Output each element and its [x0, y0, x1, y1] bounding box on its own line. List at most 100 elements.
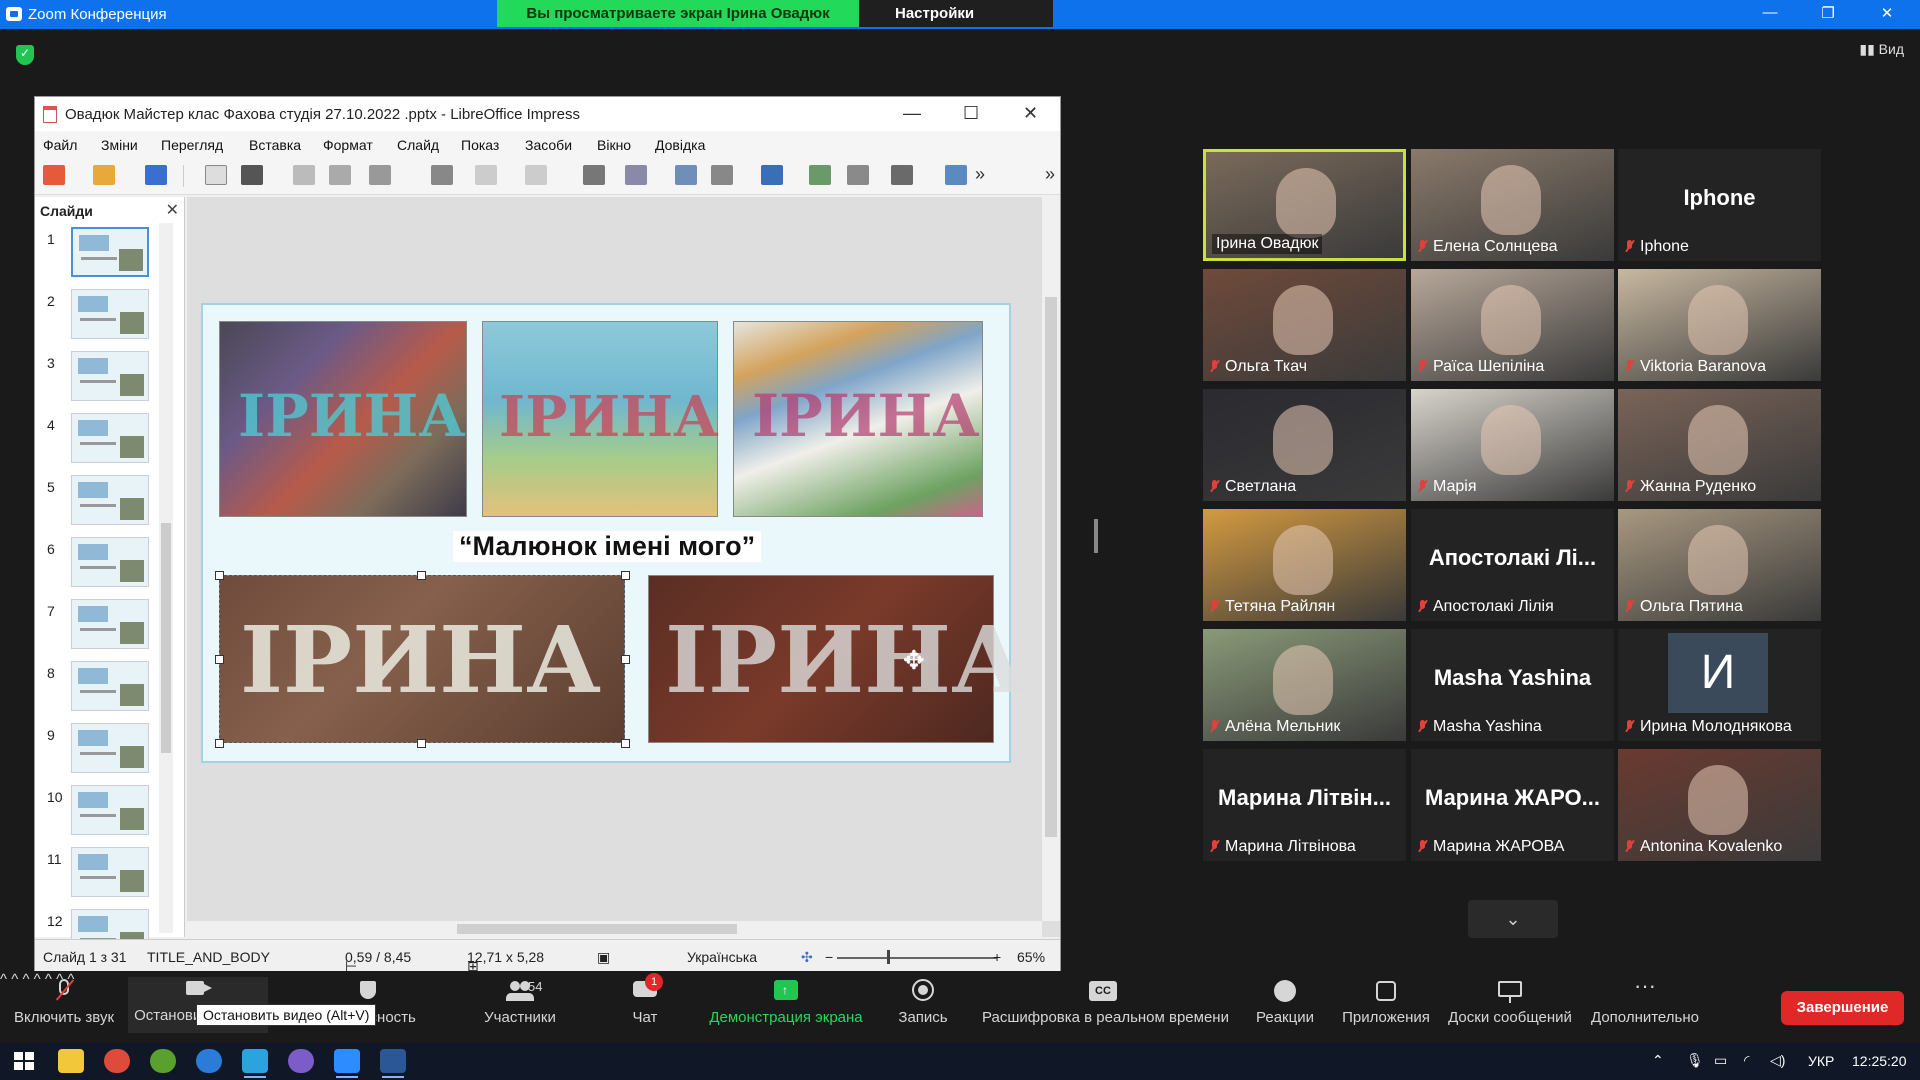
- paste-icon[interactable]: [369, 165, 391, 185]
- resize-handle[interactable]: [621, 571, 630, 580]
- tray-chevron-up-icon[interactable]: ⌃: [1652, 1052, 1664, 1069]
- zoom-slider[interactable]: [837, 957, 997, 959]
- participant-tile[interactable]: Ірина Овадюк: [1203, 149, 1406, 261]
- open-folder-icon[interactable]: [93, 165, 115, 185]
- slide-photo[interactable]: ІРИНА: [482, 321, 719, 517]
- record-button[interactable]: Запись: [886, 979, 960, 1026]
- start-from-first-icon[interactable]: [809, 165, 831, 185]
- slide-thumbnail[interactable]: [71, 351, 149, 401]
- grid-display-icon[interactable]: [675, 165, 697, 185]
- scroll-thumb[interactable]: [161, 523, 171, 753]
- participant-tile[interactable]: Viktoria Baranova: [1618, 269, 1821, 381]
- zoom-out-icon[interactable]: −: [825, 949, 833, 965]
- participant-tile[interactable]: И Ирина Молоднякова: [1618, 629, 1821, 741]
- participant-tile[interactable]: Алёна Мельник: [1203, 629, 1406, 741]
- participant-tile[interactable]: Antonina Kovalenko: [1618, 749, 1821, 861]
- resize-handle[interactable]: [621, 739, 630, 748]
- volume-tray-icon[interactable]: ◁): [1770, 1052, 1785, 1069]
- participant-tile[interactable]: Светлана: [1203, 389, 1406, 501]
- menu-window[interactable]: Вікно: [597, 137, 631, 153]
- input-language[interactable]: УКР: [1808, 1053, 1834, 1069]
- more-tools-icon[interactable]: »: [975, 164, 985, 185]
- menu-slide[interactable]: Слайд: [397, 137, 439, 153]
- slide-thumbnail[interactable]: [71, 289, 149, 339]
- resize-handle[interactable]: [417, 739, 426, 748]
- live-transcript-button[interactable]: CC Расшифровка в реальном времени: [982, 979, 1229, 1026]
- lo-close-button[interactable]: ✕: [1023, 103, 1038, 124]
- system-clock[interactable]: 12:25:20: [1852, 1053, 1907, 1069]
- slide-thumbnail[interactable]: [71, 661, 149, 711]
- participants-button[interactable]: 54 Участники: [470, 979, 570, 1026]
- apps-button[interactable]: Приложения: [1340, 979, 1432, 1026]
- participant-tile[interactable]: Masha Yashina Masha Yashina: [1411, 629, 1614, 741]
- edge-icon[interactable]: [196, 1049, 222, 1073]
- slide-thumbnail[interactable]: [71, 723, 149, 773]
- wifi-tray-icon[interactable]: ◜: [1744, 1052, 1749, 1069]
- file-explorer-icon[interactable]: [58, 1049, 84, 1073]
- participant-tile[interactable]: Марина Літвін... Марина Літвінова: [1203, 749, 1406, 861]
- resize-handle[interactable]: [215, 571, 224, 580]
- participant-tile[interactable]: Тетяна Райлян: [1203, 509, 1406, 621]
- share-screen-button[interactable]: ↑ Демонстрация экрана: [706, 979, 866, 1026]
- overflow-tools-icon[interactable]: »: [1045, 164, 1055, 185]
- menu-insert[interactable]: Вставка: [249, 137, 301, 153]
- clone-formatting-icon[interactable]: [431, 165, 453, 185]
- zoom-in-icon[interactable]: +: [993, 949, 1001, 965]
- slide-thumbnail[interactable]: [71, 599, 149, 649]
- cut-icon[interactable]: [293, 165, 315, 185]
- view-button[interactable]: ▮▮ Вид: [1859, 41, 1904, 58]
- viber-icon[interactable]: [288, 1049, 314, 1073]
- zoom-slider-knob[interactable]: [887, 950, 890, 964]
- slide-thumbnail[interactable]: [71, 227, 149, 277]
- unmute-button[interactable]: Включить звук: [12, 979, 116, 1026]
- vertical-scrollbar[interactable]: [1042, 197, 1060, 921]
- image-icon[interactable]: [945, 165, 967, 185]
- next-page-button[interactable]: ⌄: [1468, 900, 1558, 938]
- participant-tile[interactable]: Марина ЖАРО... Марина ЖАРОВА: [1411, 749, 1614, 861]
- zoom-taskbar-icon[interactable]: [334, 1049, 360, 1078]
- slide-photo[interactable]: ІРИНА: [648, 575, 1026, 743]
- participant-tile[interactable]: Ольга Ткач: [1203, 269, 1406, 381]
- scroll-thumb[interactable]: [457, 924, 737, 934]
- start-from-current-icon[interactable]: [847, 165, 869, 185]
- encryption-shield-icon[interactable]: [16, 45, 34, 65]
- menu-show[interactable]: Показ: [461, 137, 499, 153]
- resize-handle[interactable]: [417, 571, 426, 580]
- new-document-icon[interactable]: [43, 165, 65, 185]
- export-pdf-icon[interactable]: [205, 165, 227, 185]
- slide-thumbnail[interactable]: [71, 537, 149, 587]
- master-slide-icon[interactable]: [761, 165, 783, 185]
- minimize-button[interactable]: —: [1755, 4, 1785, 21]
- fit-slide-icon[interactable]: ✣: [801, 949, 813, 966]
- slide-photo[interactable]: ІРИНА: [733, 321, 983, 517]
- split-view-handle[interactable]: [1094, 519, 1098, 553]
- horizontal-scrollbar[interactable]: [187, 921, 1042, 937]
- participant-tile[interactable]: Раїса Шепіліна: [1411, 269, 1614, 381]
- participant-tile[interactable]: Елена Солнцева: [1411, 149, 1614, 261]
- language-status[interactable]: Українська: [687, 949, 757, 965]
- lo-minimize-button[interactable]: —: [903, 103, 921, 124]
- battery-tray-icon[interactable]: ▭: [1714, 1052, 1727, 1069]
- menu-format[interactable]: Формат: [323, 137, 373, 153]
- table-icon[interactable]: [891, 165, 913, 185]
- audio-options-caret[interactable]: ^: [0, 971, 7, 988]
- slide-caption[interactable]: “Малюнок імені мого”: [453, 531, 762, 562]
- participant-tile[interactable]: Iphone Iphone: [1618, 149, 1821, 261]
- thumbnail-scrollbar[interactable]: [159, 223, 173, 933]
- resize-handle[interactable]: [621, 655, 630, 664]
- participant-tile[interactable]: Марія: [1411, 389, 1614, 501]
- display-views-icon[interactable]: [711, 165, 733, 185]
- scroll-thumb[interactable]: [1045, 297, 1057, 837]
- current-slide[interactable]: ІРИНА ІРИНА ІРИНА ІРИНА ІРИНА “Малюнок і…: [201, 303, 1026, 763]
- lo-maximize-button[interactable]: ☐: [963, 103, 979, 124]
- chat-button[interactable]: 1 Чат: [610, 973, 680, 1026]
- restore-button[interactable]: ❐: [1813, 4, 1843, 22]
- copy-icon[interactable]: [329, 165, 351, 185]
- view-options-button[interactable]: Настройки просмотра ⌄: [859, 0, 1053, 49]
- shared-screen-libreoffice-window[interactable]: Овадюк Майстер клас Фахова студія 27.10.…: [34, 96, 1061, 974]
- slide-photo[interactable]: ІРИНА: [219, 321, 467, 517]
- redo-icon[interactable]: [525, 165, 547, 185]
- close-button[interactable]: ✕: [1872, 4, 1902, 22]
- print-icon[interactable]: [241, 165, 263, 185]
- slide-thumbnail[interactable]: [71, 847, 149, 897]
